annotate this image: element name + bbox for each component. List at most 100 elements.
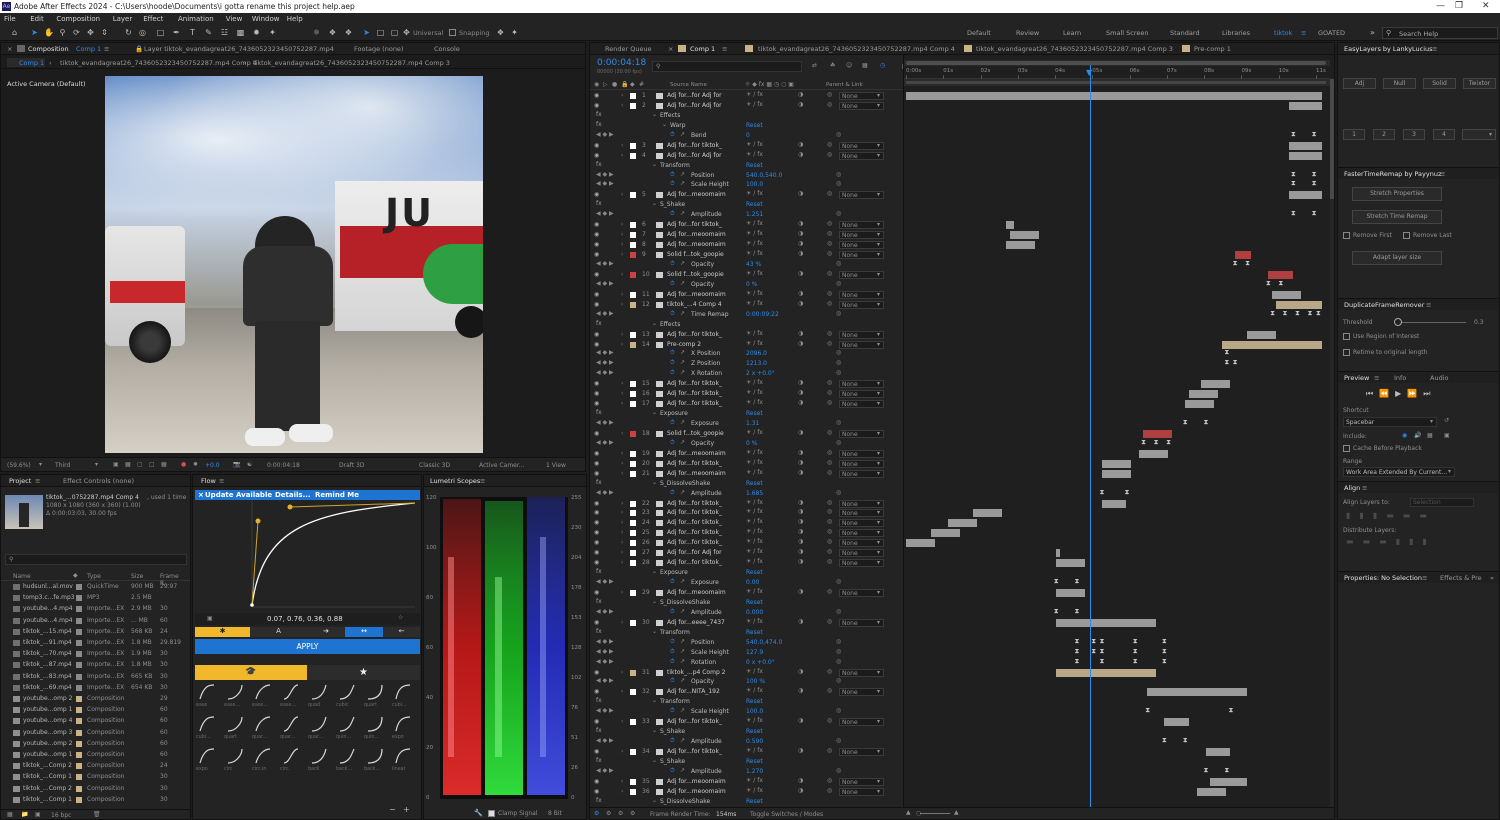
expand-icon[interactable]: ›	[621, 92, 623, 99]
eye-icon[interactable]: ◉	[594, 748, 599, 755]
dolly-icon[interactable]: ⇕	[100, 28, 109, 37]
property-row[interactable]: ◀ ◆ ▶ ⏱ ↗ Rotation 0 x +0.0° ◎	[590, 658, 903, 668]
property-value[interactable]: 0 %	[746, 440, 757, 447]
easylayers-slot-3-button[interactable]: 3	[1403, 129, 1425, 140]
parent-select[interactable]: None ▾	[839, 668, 884, 677]
eye-icon[interactable]: ◉	[594, 430, 599, 437]
pickwhip-icon[interactable]: ◎	[827, 538, 832, 545]
rectangle-tool-icon[interactable]: □	[156, 28, 165, 37]
layer-bar[interactable]	[1184, 400, 1214, 409]
property-value[interactable]: 100.0	[746, 708, 763, 715]
property-value[interactable]: 0	[746, 132, 750, 139]
easylayers-slot-1-button[interactable]: 1	[1343, 129, 1365, 140]
graph-icon[interactable]: ↗	[680, 260, 685, 267]
expand-icon[interactable]: ›	[621, 669, 623, 676]
keyframe-icon[interactable]: ⧗	[1183, 737, 1188, 744]
threshold-slider-knob[interactable]	[1394, 318, 1402, 326]
expand-icon[interactable]: ›	[621, 400, 623, 407]
menu-file[interactable]: File	[4, 15, 16, 23]
tab-console[interactable]: Console	[434, 45, 460, 53]
presets-tab-icon[interactable]: 🎓	[195, 665, 307, 680]
layer-bar[interactable]	[1288, 151, 1322, 160]
layer-switches-icons[interactable]: ☀ / fx	[746, 747, 763, 754]
property-row[interactable]: ◀ ◆ ▶ ⏱ ↗ Amplitude 0.590 ◎	[590, 737, 903, 747]
menu-icon[interactable]: ≡	[1432, 45, 1437, 53]
layer-bar[interactable]	[1101, 499, 1127, 508]
parent-select[interactable]: None ▾	[839, 469, 884, 478]
pickwhip-icon[interactable]: ◎	[827, 717, 832, 724]
keyframe-icon[interactable]: ⧗	[1278, 279, 1283, 286]
property-row[interactable]: ◀ ◆ ▶ ⏱ ↗ Scale Height 127.9 ◎	[590, 648, 903, 658]
expand-icon[interactable]: ›	[621, 549, 623, 556]
stretch-time-remap-button[interactable]: Stretch Time Remap	[1352, 210, 1442, 224]
label-swatch[interactable]	[630, 450, 636, 457]
layer-switches-icons[interactable]: ☀ / fx	[746, 508, 763, 515]
motion-blur-switch-icon[interactable]: ◑	[798, 429, 803, 436]
property-row[interactable]: ◀ ◆ ▶ ⏱ ↗ Position 540.0,474.0 ◎	[590, 638, 903, 648]
eye-icon[interactable]: ◉	[594, 102, 599, 109]
prev-frame-icon[interactable]: ⏪	[1379, 389, 1395, 398]
expression-pickwhip-icon[interactable]: ◎	[836, 280, 841, 287]
parent-select[interactable]: None ▾	[839, 777, 884, 786]
parent-select[interactable]: None ▾	[839, 290, 884, 299]
magic-wand-button[interactable]: ✱	[195, 627, 250, 637]
property-row[interactable]: fx ⌄ Transform Reset	[590, 161, 903, 171]
scrollbar-thumb[interactable]	[1330, 79, 1334, 199]
motion-blur-switch-icon[interactable]: ◑	[798, 717, 803, 724]
label-swatch[interactable]	[630, 291, 636, 298]
pickwhip-icon[interactable]: ◎	[827, 528, 832, 535]
bezier-values[interactable]: 0.07, 0.76, 0.36, 0.88	[267, 615, 343, 623]
wrench-icon[interactable]: 🔧	[474, 809, 483, 817]
eye-icon[interactable]: ◉	[594, 221, 599, 228]
expand-icon[interactable]: ›	[621, 241, 623, 248]
label-swatch[interactable]	[630, 271, 636, 278]
expression-pickwhip-icon[interactable]: ◎	[836, 608, 841, 615]
property-value[interactable]: 1.685	[746, 490, 763, 497]
parent-select[interactable]: None ▾	[839, 748, 884, 757]
keyframe-icon[interactable]: ⧗	[1266, 279, 1271, 286]
tab-comp1[interactable]: Comp 1	[690, 45, 715, 53]
property-value[interactable]: 1213.0	[746, 360, 767, 367]
label-swatch[interactable]	[630, 550, 636, 557]
keyframe-icon[interactable]: ⧗	[1133, 637, 1138, 644]
eye-icon[interactable]: ◉	[594, 509, 599, 516]
menu-icon[interactable]: ≡	[104, 45, 109, 53]
pickwhip-icon[interactable]: ◎	[827, 508, 832, 515]
timeline-scrollbar[interactable]	[1330, 79, 1334, 807]
expression-pickwhip-icon[interactable]: ◎	[836, 489, 841, 496]
eye-icon[interactable]: ◉	[594, 718, 599, 725]
timeline-search-input[interactable]: ⚲	[652, 61, 802, 72]
snapping-checkbox[interactable]	[449, 29, 456, 36]
keyframe-nav-icon[interactable]: ◀ ◆ ▶	[596, 310, 614, 317]
expand-icon[interactable]: ›	[621, 450, 623, 457]
selection-tool-icon[interactable]: ➤	[30, 28, 39, 37]
layer-row[interactable]: ◉ › 11 Adj for...meoomaim ☀ / fx ◑ ◎ None ▾	[590, 290, 903, 300]
eye-icon[interactable]: ◉	[594, 529, 599, 536]
list-item[interactable]: youtube...4.mp4 Importe...EX ... MB 60	[1, 616, 181, 626]
layer-row[interactable]: ◉ › 9 Solid f...tok_goopie ☀ / fx ◑ ◎ None ▾	[590, 250, 903, 260]
layer-bar[interactable]	[1101, 469, 1131, 478]
eye-icon[interactable]: ◉	[594, 788, 599, 795]
playhead-handle-icon[interactable]: ▼	[1086, 69, 1092, 77]
layer-switches-icons[interactable]: ☀ / fx	[746, 91, 763, 98]
include-external-icon[interactable]: ▣	[1444, 432, 1450, 439]
layer-row[interactable]: ◉ › 36 Adj for...meoomaim ☀ / fx ◑ ◎ None ▾	[590, 787, 903, 797]
layer-row[interactable]: ◉ › 16 Adj for...for tiktok_ ☀ / fx ◑ ◎ None ▾	[590, 389, 903, 399]
list-item[interactable]: tiktok_...70.mp4 Importe...EX 1.9 MB 30	[1, 649, 181, 659]
keyframe-icon[interactable]: ⧗	[1075, 657, 1080, 664]
list-item[interactable]: hudsunl...al.mov QuickTime 900 MB 29.97	[1, 582, 181, 592]
menu-effect[interactable]: Effect	[143, 15, 163, 23]
preset-cell[interactable]: circ.	[279, 747, 306, 777]
copy-icon[interactable]: ▣	[207, 615, 213, 622]
eye-icon[interactable]: ◉	[594, 380, 599, 387]
parent-select[interactable]: None ▾	[839, 509, 884, 518]
property-value[interactable]: 43 %	[746, 261, 761, 268]
parent-select[interactable]: None ▾	[839, 390, 884, 399]
range-select[interactable]: Work Area Extended By Current... ▾	[1343, 467, 1455, 477]
pickwhip-icon[interactable]: ◎	[827, 558, 832, 565]
label-swatch[interactable]	[630, 401, 636, 408]
parent-select[interactable]: None ▾	[839, 618, 884, 627]
exposure-reset-icon[interactable]: ✹	[193, 461, 198, 468]
preset-cell[interactable]: quin...	[335, 715, 362, 745]
eye-icon[interactable]: ◉	[594, 251, 599, 258]
